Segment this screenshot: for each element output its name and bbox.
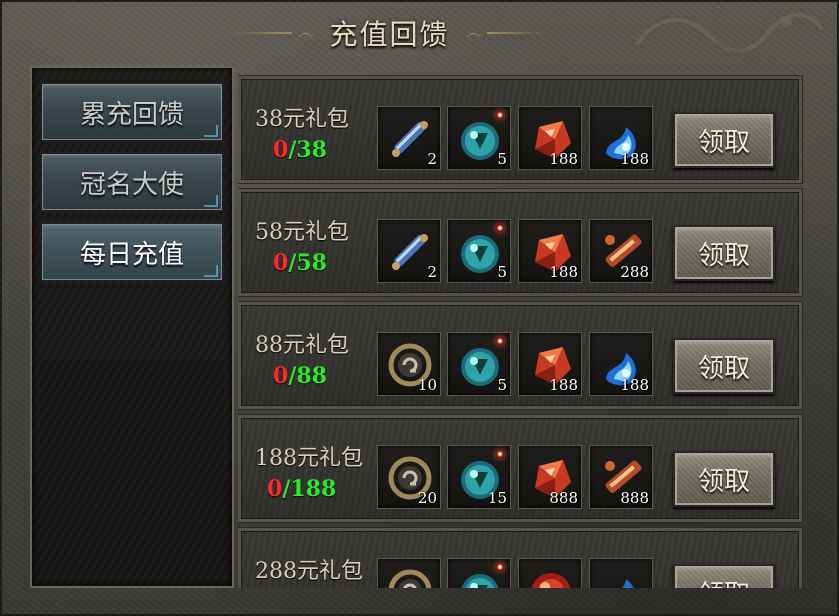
sparkle-icon [496,450,504,458]
package-progress: 0/188 [267,476,337,502]
nav-label: 冠名大使 [79,169,184,200]
nav-label: 累充回馈 [79,99,184,130]
reward-slot[interactable] [447,558,511,588]
item-count: 188 [549,376,578,394]
item-count: 888 [620,489,649,507]
item-count: 888 [549,489,578,507]
reward-slot[interactable]: 5 [447,219,511,283]
reward-slot[interactable]: 188 [589,106,653,170]
reward-slot[interactable]: 20 [377,445,441,509]
package-progress: 0/58 [273,250,327,276]
blue-flame-icon [622,579,634,588]
claim-button[interactable]: 领取 [673,564,775,588]
ring-icon [388,569,432,588]
package-name: 88元礼包 [255,333,349,358]
package-row-288: 288元礼包 领取 [238,528,802,588]
reward-slot[interactable]: 888 [518,445,582,509]
reward-slot[interactable]: 888 [589,445,653,509]
reward-slot[interactable]: 2 [377,106,441,170]
sparkle-icon [496,111,504,119]
package-name: 58元礼包 [255,220,349,245]
reward-slot[interactable]: 288 [589,219,653,283]
claim-button[interactable]: 领取 [673,225,775,281]
reward-slot[interactable] [589,558,653,588]
package-progress: 0/38 [273,137,327,163]
item-count: 288 [620,263,649,281]
package-row-88: 88元礼包 0/88 10 5 188 188 领取 [238,302,802,409]
item-count: 5 [497,150,507,168]
item-count: 2 [427,263,437,281]
item-count: 188 [549,150,578,168]
reward-slot[interactable]: 5 [447,106,511,170]
reward-slot[interactable]: 188 [589,332,653,396]
item-count: 188 [620,150,649,168]
reward-slot[interactable]: 188 [518,332,582,396]
reward-slot[interactable]: 188 [518,219,582,283]
package-name: 38元礼包 [255,107,349,132]
package-name: 188元礼包 [255,446,363,471]
recharge-reward-window: ෴ 充值回馈 ෴ 累充回馈 冠名大使 每日充值 38元礼包 0/38 2 5 1… [0,0,839,616]
category-sidebar: 累充回馈 冠名大使 每日充值 [30,66,234,588]
item-count: 2 [427,150,437,168]
dragon-ornament-icon [635,12,824,55]
item-count: 20 [417,489,437,507]
nav-label: 每日充值 [79,239,184,270]
corner-ornament-icon [204,125,218,137]
window-title: 充值回馈 [329,18,450,51]
sparkle-icon [496,224,504,232]
item-count: 5 [497,376,507,394]
corner-ornament-icon [204,265,218,277]
package-list[interactable]: 38元礼包 0/38 2 5 188 188 领取 58元礼包 0/58 2 5… [238,66,812,588]
title-ornament-right: ෴ [460,23,547,43]
reward-slot[interactable] [377,558,441,588]
nav-cumulative-recharge[interactable]: 累充回馈 [40,82,224,142]
claim-button[interactable]: 领取 [673,338,775,394]
reward-slot[interactable] [518,558,582,588]
package-row-188: 188元礼包 0/188 20 15 888 888 领取 [238,415,802,522]
reward-slot[interactable]: 5 [447,332,511,396]
item-count: 10 [417,376,437,394]
reward-slot[interactable]: 15 [447,445,511,509]
red-ball-icon [531,573,571,588]
package-progress: 0/88 [273,363,327,389]
package-row-38: 38元礼包 0/38 2 5 188 188 领取 [238,76,802,183]
nav-daily-recharge[interactable]: 每日充值 [40,222,224,282]
sparkle-icon [496,337,504,345]
claim-button[interactable]: 领取 [673,451,775,507]
sparkle-icon [496,563,504,571]
claim-button[interactable]: 领取 [673,112,775,168]
item-count: 5 [497,263,507,281]
title-ornament-left: ෴ [232,23,319,43]
reward-slot[interactable]: 188 [518,106,582,170]
item-count: 188 [620,376,649,394]
reward-slot[interactable]: 2 [377,219,441,283]
item-count: 15 [487,489,507,507]
package-row-58: 58元礼包 0/58 2 5 188 288 领取 [238,189,802,296]
package-name: 288元礼包 [255,559,363,584]
item-count: 188 [549,263,578,281]
nav-title-ambassador[interactable]: 冠名大使 [40,152,224,212]
reward-slot[interactable]: 10 [377,332,441,396]
corner-ornament-icon [204,195,218,207]
